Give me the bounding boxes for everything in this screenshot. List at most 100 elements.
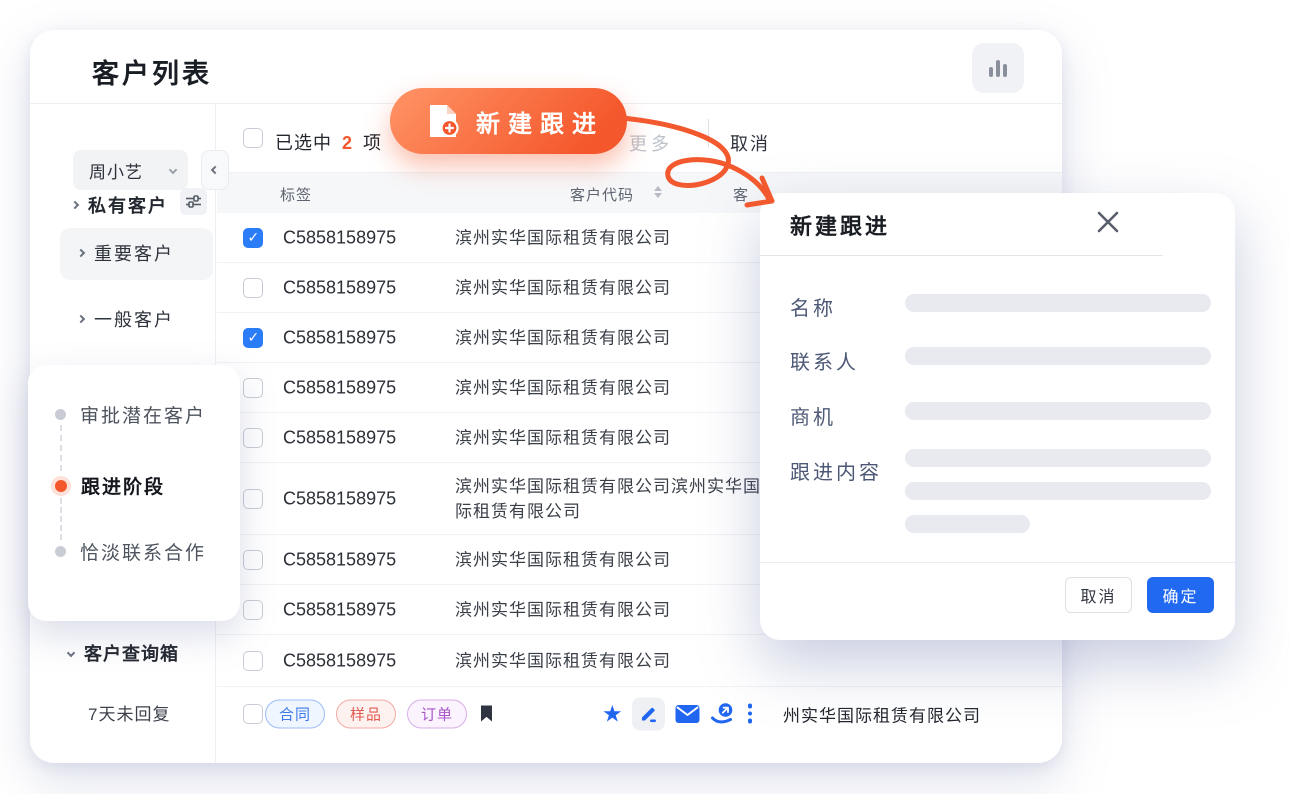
customer-code: C5858158975 [283, 488, 396, 509]
row-checkbox[interactable] [243, 600, 263, 620]
toolbar-divider [708, 119, 709, 147]
modal-footer-divider [760, 562, 1235, 563]
customer-name: 滨州实华国际租赁有限公司 [455, 597, 773, 622]
table-row-actions: 合同 样品 订单 ★ [217, 687, 1062, 740]
skeleton-bar [905, 482, 1211, 500]
skeleton-bar [905, 515, 1030, 533]
skeleton-bar [905, 449, 1211, 467]
row-checkbox[interactable] [243, 328, 263, 348]
column-header-tag: 标签 [280, 184, 312, 205]
customer-name: 滨州实华国际租赁有限公司 [455, 547, 773, 572]
stage-item-negotiate[interactable]: 恰淡联系合作 [28, 538, 206, 565]
more-dots-icon[interactable] [748, 704, 753, 724]
stage-label: 恰淡联系合作 [80, 538, 206, 565]
stage-dot-active-icon [55, 480, 67, 492]
tag-order: 订单 [407, 699, 467, 728]
chevron-down-icon [169, 166, 177, 174]
customer-code: C5858158975 [283, 327, 396, 348]
row-checkbox[interactable] [243, 651, 263, 671]
sidebar-item-private-customers[interactable]: 私有客户 [72, 192, 168, 218]
transfer-icon[interactable] [710, 703, 735, 725]
chevron-left-icon [211, 166, 219, 174]
action-row-company: 州实华国际租赁有限公司 [783, 701, 981, 726]
customer-code: C5858158975 [283, 377, 396, 398]
sidebar-item-normal-customers[interactable]: 一般客户 [78, 306, 174, 332]
stage-dot-icon [55, 409, 66, 420]
stage-dot-icon [55, 546, 66, 557]
row-action-icons: ★ [602, 697, 752, 730]
field-label-opportunity: 商机 [790, 401, 836, 430]
customer-name: 滨州实华国际租赁有限公司 [455, 275, 773, 300]
stage-item-approve[interactable]: 审批潜在客户 [28, 401, 206, 428]
stage-label: 跟进阶段 [81, 472, 165, 499]
stage-item-follow-up[interactable]: 跟进阶段 [28, 472, 165, 499]
user-select[interactable]: 周小艺 [73, 150, 188, 190]
sort-toggle[interactable] [654, 186, 662, 198]
sidebar-item-important-customers-label[interactable]: 重要客户 [78, 240, 174, 266]
modal-cancel-button[interactable]: 取消 [1065, 577, 1132, 613]
filter-button[interactable] [180, 188, 207, 215]
chart-button[interactable] [972, 43, 1024, 93]
tag-sample: 样品 [336, 699, 396, 728]
sliders-icon [186, 195, 201, 208]
modal-title: 新建跟进 [790, 209, 890, 241]
row-checkbox[interactable] [243, 278, 263, 298]
stage-connector [60, 498, 62, 540]
bookmark-icon[interactable] [480, 705, 493, 722]
row-checkbox[interactable] [243, 378, 263, 398]
row-checkbox[interactable] [243, 704, 263, 724]
page-title: 客户列表 [92, 52, 212, 91]
field-label-name: 名称 [790, 292, 836, 321]
selected-suffix: 项 [363, 133, 382, 153]
selected-count: 2 [338, 133, 357, 153]
customer-name: 滨州实华国际租赁有限公司 [455, 425, 773, 450]
selection-toolbar: 已选中 2 项 更多 取消 [217, 104, 1062, 172]
stage-popover: 审批潜在客户 跟进阶段 恰淡联系合作 [28, 365, 240, 621]
selected-count-label: 已选中 2 项 [275, 129, 382, 155]
toolbar-cancel-button[interactable]: 取消 [730, 130, 770, 156]
close-icon[interactable] [1093, 207, 1123, 237]
customer-code: C5858158975 [283, 549, 396, 570]
edit-icon [639, 704, 658, 723]
sidebar-item-label: 私有客户 [88, 192, 168, 218]
row-checkbox[interactable] [243, 550, 263, 570]
customer-code: C5858158975 [283, 650, 396, 671]
row-checkbox[interactable] [243, 428, 263, 448]
more-button[interactable]: 更多 [629, 130, 673, 156]
customer-code: C5858158975 [283, 277, 396, 298]
sidebar-item-label: 客户查询箱 [84, 640, 179, 666]
new-follow-up-button[interactable]: 新建跟进 [390, 88, 627, 154]
modal-confirm-button[interactable]: 确定 [1147, 577, 1214, 613]
customer-name: 滨州实华国际租赁有限公司滨州实华国际租赁有限公司 [455, 474, 773, 524]
chevron-right-icon [77, 315, 85, 323]
select-all-checkbox[interactable] [243, 128, 263, 148]
selected-prefix: 已选中 [275, 133, 332, 153]
field-label-content: 跟进内容 [790, 456, 882, 485]
customer-code: C5858158975 [283, 599, 396, 620]
star-icon[interactable]: ★ [602, 702, 623, 725]
customer-name: 滨州实华国际租赁有限公司 [455, 325, 773, 350]
tag-list: 合同 样品 订单 [265, 699, 493, 728]
stage-connector [60, 425, 62, 471]
modal-header-divider [760, 255, 1163, 256]
customer-name: 滨州实华国际租赁有限公司 [455, 648, 773, 673]
column-header-name: 客 [733, 184, 749, 205]
new-follow-up-modal: 新建跟进 名称 联系人 商机 跟进内容 取消 确定 [760, 193, 1235, 640]
skeleton-bar [905, 294, 1211, 312]
edit-button[interactable] [632, 697, 665, 730]
sidebar-item-query-box[interactable]: 客户查询箱 [68, 640, 179, 666]
sidebar-collapse-button[interactable] [201, 150, 229, 190]
mail-icon[interactable] [675, 704, 700, 723]
field-label-contact: 联系人 [790, 346, 859, 375]
row-checkbox[interactable] [243, 489, 263, 509]
customer-name: 滨州实华国际租赁有限公司 [455, 375, 773, 400]
chevron-right-icon [77, 249, 85, 257]
skeleton-bar [905, 347, 1211, 365]
row-checkbox[interactable] [243, 228, 263, 248]
bar-chart-icon [989, 60, 1007, 77]
sidebar-item-7day-no-reply[interactable]: 7天未回复 [88, 700, 170, 725]
customer-code: C5858158975 [283, 227, 396, 248]
sidebar-item-label: 一般客户 [94, 306, 174, 332]
stage-label: 审批潜在客户 [80, 401, 206, 428]
tag-contract: 合同 [265, 699, 325, 728]
